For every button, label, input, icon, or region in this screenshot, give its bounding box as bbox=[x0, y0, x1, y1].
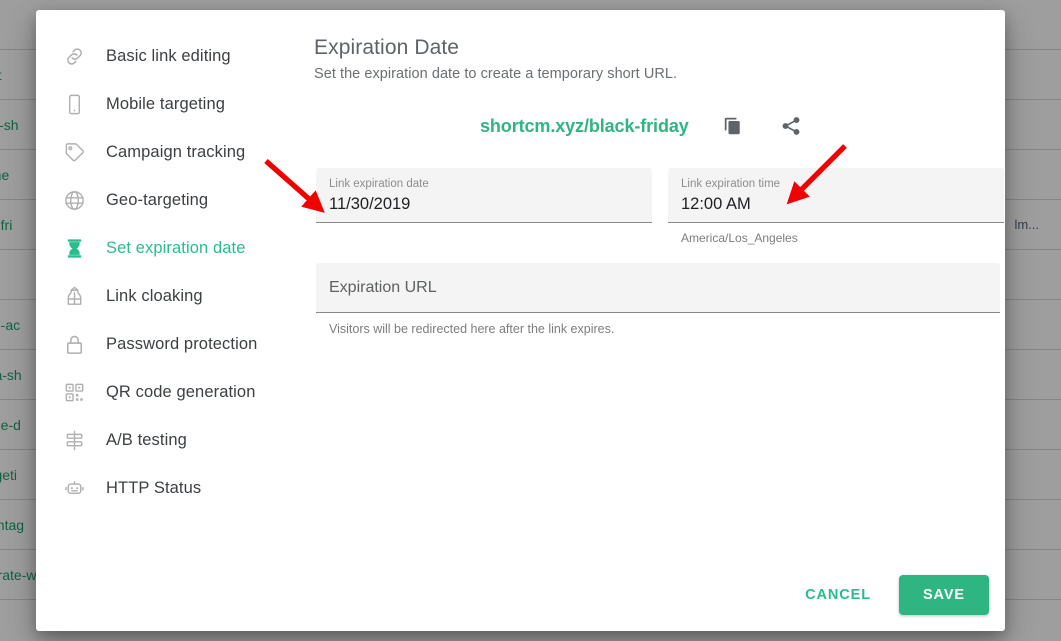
time-field-label: Link expiration time bbox=[681, 178, 781, 190]
short-url-text[interactable]: shortcm.xyz/black-friday bbox=[480, 116, 689, 137]
sidebar-item-label: Set expiration date bbox=[106, 238, 246, 257]
sidebar-item-qr-code-generation[interactable]: QR code generation bbox=[36, 368, 304, 416]
table-cell-meta: lm... bbox=[1014, 217, 1039, 232]
expiration-url-field[interactable]: Expiration URL Visitors will be redirect… bbox=[316, 263, 1000, 336]
sidebar-item-password-protection[interactable]: Password protection bbox=[36, 320, 304, 368]
expiration-url-input-box[interactable]: Expiration URL bbox=[316, 263, 1000, 313]
link-expiration-time-field[interactable]: Link expiration time 12:00 AM America/Lo… bbox=[668, 168, 1004, 245]
expiration-url-input[interactable]: Expiration URL bbox=[329, 279, 437, 297]
sidebar-item-label: Mobile targeting bbox=[106, 94, 226, 113]
sidebar-item-a-b-testing[interactable]: A/B testing bbox=[36, 416, 304, 464]
sidebar-item-http-status[interactable]: HTTP Status bbox=[36, 464, 304, 512]
expiration-fields-row: Link expiration date 11/30/2019 Link exp… bbox=[314, 168, 1004, 245]
timezone-hint: America/Los_Angeles bbox=[681, 231, 798, 245]
date-input-box[interactable]: Link expiration date 11/30/2019 bbox=[316, 168, 652, 223]
short-url-row: shortcm.xyz/black-friday bbox=[314, 111, 1004, 141]
sidebar-item-geo-targeting[interactable]: Geo-targeting bbox=[36, 176, 304, 224]
sidebar-item-label: Basic link editing bbox=[106, 46, 231, 65]
time-input-box[interactable]: Link expiration time 12:00 AM bbox=[668, 168, 1004, 223]
cancel-button[interactable]: CANCEL bbox=[791, 577, 885, 613]
mobile-icon bbox=[61, 91, 87, 117]
sidebar-item-label: Password protection bbox=[106, 334, 258, 353]
save-button[interactable]: SAVE bbox=[898, 575, 989, 615]
sidebar-item-set-expiration-date[interactable]: Set expiration date bbox=[36, 224, 304, 272]
sidebar-item-label: Geo-targeting bbox=[106, 190, 209, 209]
share-icon[interactable] bbox=[777, 112, 805, 140]
sidebar-item-label: Campaign tracking bbox=[106, 142, 246, 161]
hourglass-icon bbox=[61, 235, 87, 261]
sidebar-item-mobile-targeting[interactable]: Mobile targeting bbox=[36, 80, 304, 128]
ab-testing-icon bbox=[61, 427, 87, 453]
copy-icon[interactable] bbox=[719, 112, 747, 140]
date-input[interactable]: 11/30/2019 bbox=[329, 192, 639, 216]
page-subtitle: Set the expiration date to create a temp… bbox=[314, 66, 678, 82]
page-title: Expiration Date bbox=[314, 36, 460, 59]
expiration-url-hint: Visitors will be redirected here after t… bbox=[329, 322, 615, 336]
expiration-date-panel: Expiration Date Set the expiration date … bbox=[304, 10, 1005, 559]
dialog-footer: CANCEL SAVE bbox=[36, 559, 1005, 631]
cloak-icon bbox=[61, 283, 87, 309]
time-input[interactable]: 12:00 AM bbox=[681, 192, 991, 216]
globe-icon bbox=[61, 187, 87, 213]
sidebar-item-label: QR code generation bbox=[106, 382, 256, 401]
sidebar-item-campaign-tracking[interactable]: Campaign tracking bbox=[36, 128, 304, 176]
link-expiration-date-field[interactable]: Link expiration date 11/30/2019 bbox=[316, 168, 652, 245]
sidebar-item-label: HTTP Status bbox=[106, 478, 202, 497]
link-settings-dialog: Basic link editing Mobile targeting Campai… bbox=[36, 10, 1005, 631]
date-field-label: Link expiration date bbox=[329, 178, 429, 190]
sidebar-item-label: A/B testing bbox=[106, 430, 187, 449]
sidebar-item-basic-link-editing[interactable]: Basic link editing bbox=[36, 32, 304, 80]
dialog-body: Basic link editing Mobile targeting Campai… bbox=[36, 10, 1005, 559]
lock-icon bbox=[61, 331, 87, 357]
link-icon bbox=[61, 43, 87, 69]
sidebar-item-link-cloaking[interactable]: Link cloaking bbox=[36, 272, 304, 320]
qr-code-icon bbox=[61, 379, 87, 405]
settings-sidebar: Basic link editing Mobile targeting Campai… bbox=[36, 10, 304, 559]
robot-icon bbox=[61, 475, 87, 501]
tag-icon bbox=[61, 139, 87, 165]
sidebar-item-label: Link cloaking bbox=[106, 286, 203, 305]
